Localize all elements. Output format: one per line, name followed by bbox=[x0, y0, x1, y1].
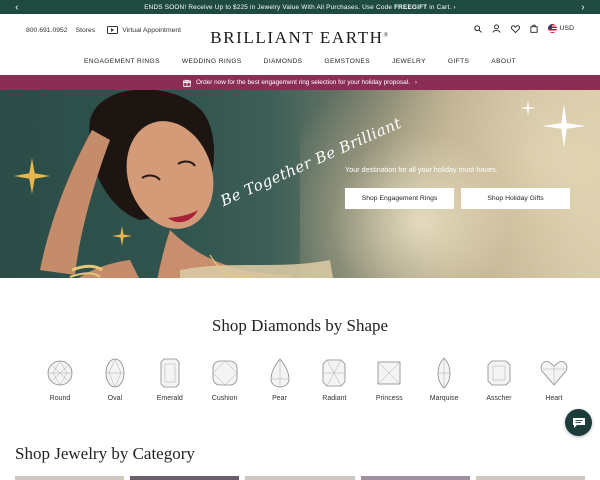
shape-heart[interactable]: Heart bbox=[531, 357, 577, 402]
sparkle-icon bbox=[542, 104, 586, 148]
shape-princess[interactable]: Princess bbox=[366, 357, 412, 402]
shape-oval[interactable]: Oval bbox=[92, 357, 138, 402]
shape-asscher[interactable]: Asscher bbox=[476, 357, 522, 402]
chat-button[interactable] bbox=[565, 409, 592, 436]
nav-diamonds[interactable]: DIAMONDS bbox=[253, 58, 314, 65]
shapes-section-title: Shop Diamonds by Shape bbox=[211, 316, 389, 335]
hero-model-image bbox=[40, 90, 333, 278]
diamond-shapes-list: Round Oval Emerald Cushion Pear Radiant … bbox=[37, 357, 577, 402]
brand-logo-text: BRILLIANT EARTH bbox=[210, 28, 384, 47]
chevron-left-icon[interactable]: ‹ bbox=[8, 0, 26, 14]
category-tile[interactable] bbox=[245, 476, 355, 480]
promo-code: FREEGIFT bbox=[394, 3, 428, 11]
hero-subtitle: Your destination for all your holiday mu… bbox=[345, 165, 498, 174]
sparkle-icon bbox=[112, 226, 132, 246]
category-tile[interactable] bbox=[130, 476, 240, 480]
shape-label: Pear bbox=[272, 395, 287, 402]
shape-cushion[interactable]: Cushion bbox=[202, 357, 248, 402]
shape-label: Oval bbox=[107, 395, 123, 402]
hero-banner: Be Together Be Brilliant Your destinatio… bbox=[0, 90, 600, 278]
chevron-right-icon[interactable]: › bbox=[574, 0, 592, 14]
nav-gemstones[interactable]: GEMSTONES bbox=[313, 58, 381, 65]
marquise-diamond-icon bbox=[437, 357, 451, 389]
currency-selector[interactable]: USD bbox=[547, 24, 574, 33]
nav-jewelry[interactable]: JEWELRY bbox=[381, 58, 437, 65]
gift-icon bbox=[183, 79, 191, 87]
holiday-banner-text: Order now for the best engagement ring s… bbox=[196, 79, 410, 86]
chevron-right-icon: › bbox=[414, 79, 417, 86]
cushion-diamond-icon bbox=[212, 360, 238, 386]
chat-bubble-icon bbox=[572, 417, 585, 428]
heart-icon[interactable] bbox=[510, 24, 520, 33]
princess-diamond-icon bbox=[377, 361, 401, 385]
oval-diamond-icon bbox=[105, 358, 125, 388]
asscher-diamond-icon bbox=[487, 360, 511, 386]
pear-diamond-icon bbox=[270, 358, 289, 388]
heart-diamond-icon bbox=[540, 361, 568, 386]
shape-marquise[interactable]: Marquise bbox=[421, 357, 467, 402]
nav-wedding-rings[interactable]: WEDDING RINGS bbox=[171, 58, 253, 65]
category-tile[interactable] bbox=[15, 476, 125, 480]
shape-label: Heart bbox=[545, 395, 563, 402]
nav-engagement-rings[interactable]: ENGAGEMENT RINGS bbox=[73, 58, 171, 65]
account-icon[interactable] bbox=[492, 24, 501, 33]
brand-logo-mark: ® bbox=[383, 32, 390, 39]
nav-gifts[interactable]: GIFTS bbox=[437, 58, 480, 65]
site-header: 800.691.0952 Stores Virtual Appointment … bbox=[0, 14, 600, 74]
sparkle-icon bbox=[520, 100, 536, 116]
currency-label: USD bbox=[559, 25, 574, 32]
category-tiles-preview bbox=[15, 476, 586, 480]
holiday-banner[interactable]: Order now for the best engagement ring s… bbox=[0, 75, 600, 90]
shape-label: Round bbox=[49, 395, 71, 402]
shape-label: Emerald bbox=[156, 395, 183, 402]
shop-engagement-rings-button[interactable]: Shop Engagement Rings bbox=[345, 188, 454, 209]
nav-about[interactable]: ABOUT bbox=[480, 58, 527, 65]
shape-round[interactable]: Round bbox=[37, 357, 83, 402]
category-tile[interactable] bbox=[360, 476, 470, 480]
search-icon[interactable] bbox=[473, 24, 482, 33]
radiant-diamond-icon bbox=[322, 359, 346, 387]
shape-label: Radiant bbox=[322, 395, 347, 402]
main-nav: ENGAGEMENT RINGS WEDDING RINGS DIAMONDS … bbox=[0, 58, 600, 65]
promo-text[interactable]: ENDS SOON! Receive Up to $225 in Jewelry… bbox=[144, 4, 456, 11]
category-section-title: Shop Jewelry by Category bbox=[15, 444, 195, 463]
emerald-diamond-icon bbox=[160, 358, 180, 388]
utility-right: USD bbox=[473, 24, 574, 33]
sparkle-icon bbox=[14, 158, 50, 194]
shape-pear[interactable]: Pear bbox=[257, 357, 303, 402]
category-tile[interactable] bbox=[475, 476, 586, 480]
shop-holiday-gifts-button[interactable]: Shop Holiday Gifts bbox=[461, 188, 570, 209]
shopping-bag-icon[interactable] bbox=[530, 24, 538, 33]
promo-bar: ‹ ENDS SOON! Receive Up to $225 in Jewel… bbox=[0, 0, 600, 14]
us-flag-icon bbox=[547, 24, 557, 33]
round-diamond-icon bbox=[47, 360, 73, 386]
shape-label: Cushion bbox=[211, 395, 238, 402]
promo-text-before: ENDS SOON! Receive Up to $225 in Jewelry… bbox=[144, 3, 395, 11]
shape-radiant[interactable]: Radiant bbox=[311, 357, 357, 402]
shape-label: Princess bbox=[375, 395, 403, 402]
shape-label: Marquise bbox=[429, 395, 459, 402]
shape-label: Asscher bbox=[486, 395, 512, 402]
shape-emerald[interactable]: Emerald bbox=[147, 357, 193, 402]
promo-text-after: in Cart. › bbox=[427, 3, 456, 11]
